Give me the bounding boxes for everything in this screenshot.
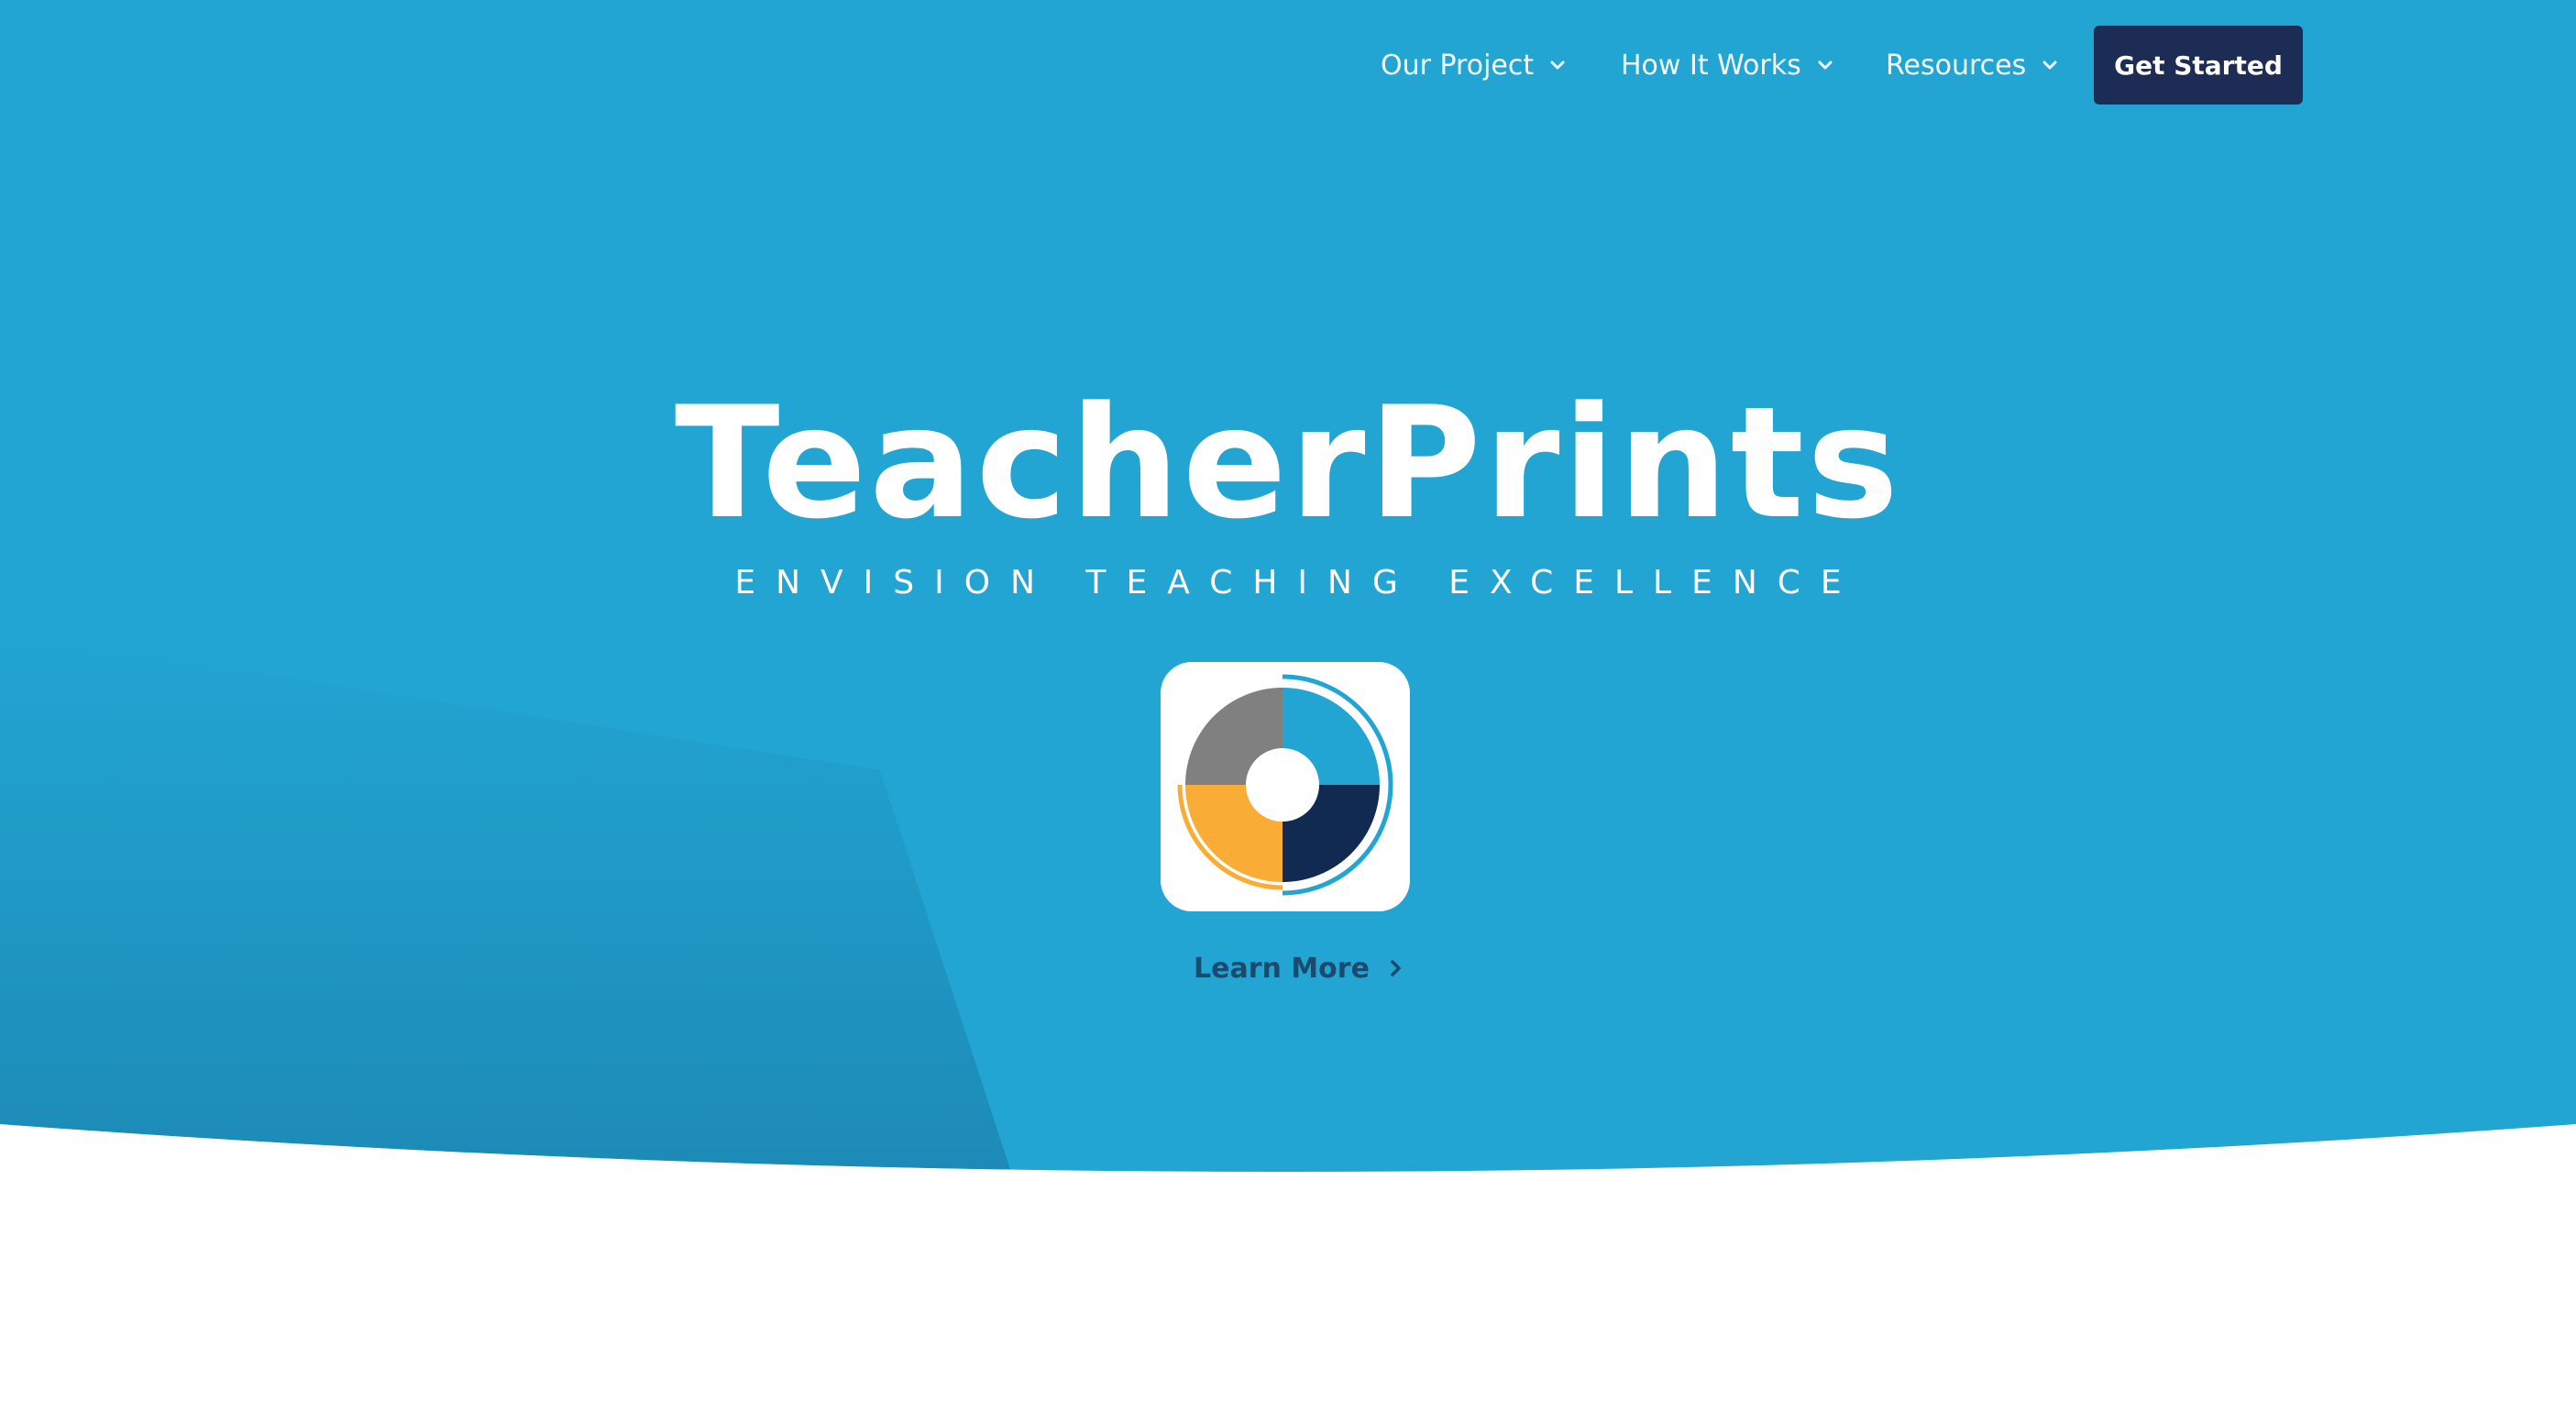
chevron-down-icon	[1818, 61, 1833, 70]
chevron-right-icon	[1391, 960, 1401, 976]
get-started-button[interactable]: Get Started	[2094, 26, 2303, 105]
logo-graphic	[1177, 674, 1393, 896]
nav-item-our-project[interactable]: Our Project	[1381, 26, 1567, 105]
hero-tagline: ENVISION TEACHING EXCELLENCE	[734, 564, 1862, 601]
nav-item-label: How It Works	[1621, 49, 1801, 82]
nav-item-label: Resources	[1886, 49, 2027, 82]
chevron-down-icon	[2042, 61, 2057, 70]
learn-more-label: Learn More	[1194, 952, 1370, 985]
nav-item-how-it-works[interactable]: How It Works	[1621, 26, 1834, 105]
teacherprints-logo-icon	[1161, 662, 1410, 911]
chevron-down-icon	[1550, 61, 1565, 70]
page-title: TeacherPrints	[674, 373, 1902, 553]
learn-more-link[interactable]: Learn More	[1194, 946, 1404, 990]
top-navigation: Our Project How It Works Resources Get S…	[0, 26, 2576, 105]
nav-item-label: Our Project	[1381, 49, 1535, 82]
nav-item-resources[interactable]: Resources	[1886, 26, 2059, 105]
page: Our Project How It Works Resources Get S…	[0, 0, 2576, 1401]
